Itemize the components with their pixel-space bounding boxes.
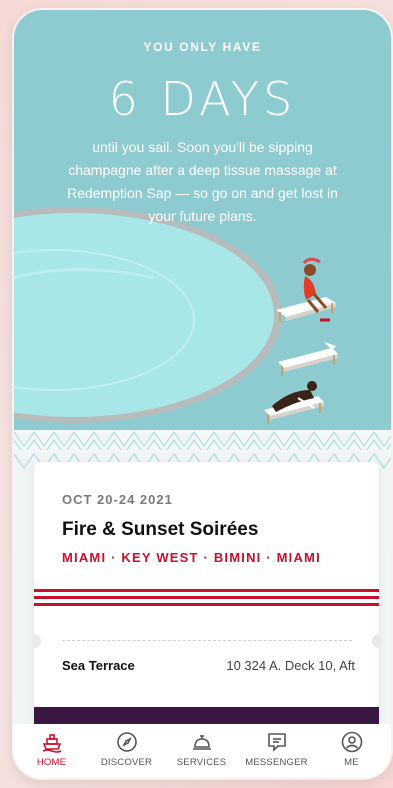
tab-discover-label: DISCOVER: [100, 757, 153, 768]
tab-services[interactable]: SERVICES: [164, 730, 239, 768]
service-bell-icon: [192, 735, 211, 750]
ticket-notch-right: [372, 634, 379, 648]
countdown-kicker: YOU ONLY HAVE: [143, 40, 262, 54]
person-icon: [341, 731, 362, 753]
tab-home-label: HOME: [36, 757, 67, 768]
cabin-location: 10 324 A. Deck 10, Aft: [226, 658, 355, 673]
ticket-divider: [62, 640, 352, 641]
voyage-name: Fire & Sunset Soirées: [62, 519, 259, 540]
countdown-hero: YOU ONLY HAVE 6 DAYS until you sail. Soo…: [14, 10, 391, 450]
tab-messenger[interactable]: MESSENGER: [239, 730, 314, 768]
red-stripes: [34, 589, 379, 610]
tab-me[interactable]: ME: [314, 730, 389, 768]
ship-icon: [42, 734, 61, 753]
countdown-message: until you sail. Soon you'll be sipping c…: [67, 139, 338, 224]
chat-icon: [267, 733, 286, 752]
lounger-empty: [278, 342, 338, 376]
bottom-tab-bar: HOME DISCOVER SERVICES MESSENGER ME: [14, 724, 391, 778]
lounger-with-sunbather-1: [276, 257, 336, 322]
phone-frame: YOU ONLY HAVE 6 DAYS until you sail. Soo…: [14, 10, 391, 778]
voyage-card[interactable]: OCT 20-24 2021 Fire & Sunset Soirées MIA…: [34, 462, 379, 752]
tab-messenger-label: MESSENGER: [245, 757, 308, 768]
compass-icon: [116, 732, 137, 752]
tab-discover[interactable]: DISCOVER: [89, 730, 164, 768]
countdown-days: 6 DAYS: [108, 72, 297, 126]
lounger-with-sunbather-2: [264, 381, 324, 424]
voyage-route: MIAMI · KEY WEST · BIMINI · MIAMI: [62, 550, 321, 565]
pool-water: [14, 213, 274, 417]
ticket-notch-left: [34, 634, 41, 648]
cabin-type: Sea Terrace: [62, 658, 135, 673]
tab-services-label: SERVICES: [176, 757, 227, 768]
voyage-dates: OCT 20-24 2021: [62, 492, 173, 507]
tab-me-label: ME: [344, 757, 359, 768]
tab-home[interactable]: HOME: [14, 730, 89, 768]
